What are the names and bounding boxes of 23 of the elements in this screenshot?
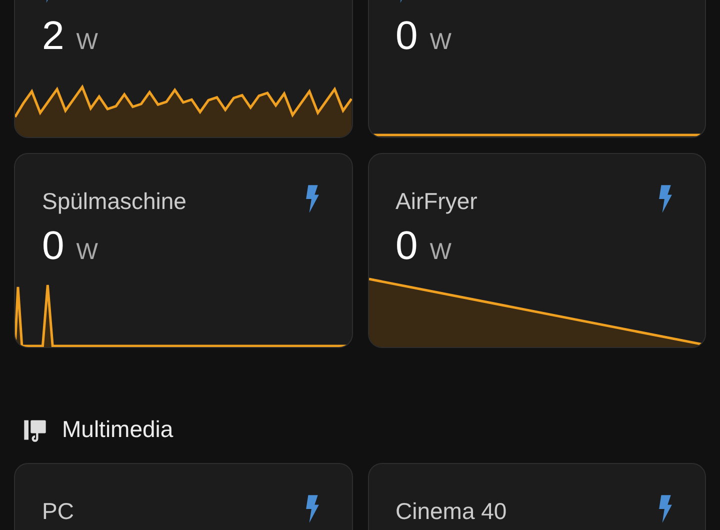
lightning-icon xyxy=(304,184,320,214)
card-title: Cinema 40 xyxy=(396,498,507,525)
power-unit: W xyxy=(430,28,452,55)
lightning-icon xyxy=(304,494,320,524)
power-unit: W xyxy=(76,238,98,265)
power-card[interactable]: PC xyxy=(14,463,352,530)
power-value: 0 xyxy=(396,14,418,59)
power-value: 2 xyxy=(42,14,64,59)
power-card[interactable]: AirFryer 0 W xyxy=(368,153,706,348)
power-value: 0 xyxy=(396,224,418,269)
power-unit: W xyxy=(430,238,452,265)
card-title: PC xyxy=(42,498,74,525)
power-card[interactable]: Spülmaschine 0 W xyxy=(14,153,352,348)
section-title: Multimedia xyxy=(62,416,174,443)
power-value: 0 xyxy=(42,224,64,269)
card-title: Spülmaschine xyxy=(42,188,186,215)
power-card[interactable]: 2 W xyxy=(14,0,352,138)
lightning-icon xyxy=(658,494,673,524)
power-card[interactable]: Cinema 40 xyxy=(368,463,706,530)
power-unit: W xyxy=(76,28,98,55)
power-card[interactable]: 0 W xyxy=(368,0,706,138)
card-title: AirFryer xyxy=(396,188,478,215)
lightning-icon xyxy=(658,184,673,214)
